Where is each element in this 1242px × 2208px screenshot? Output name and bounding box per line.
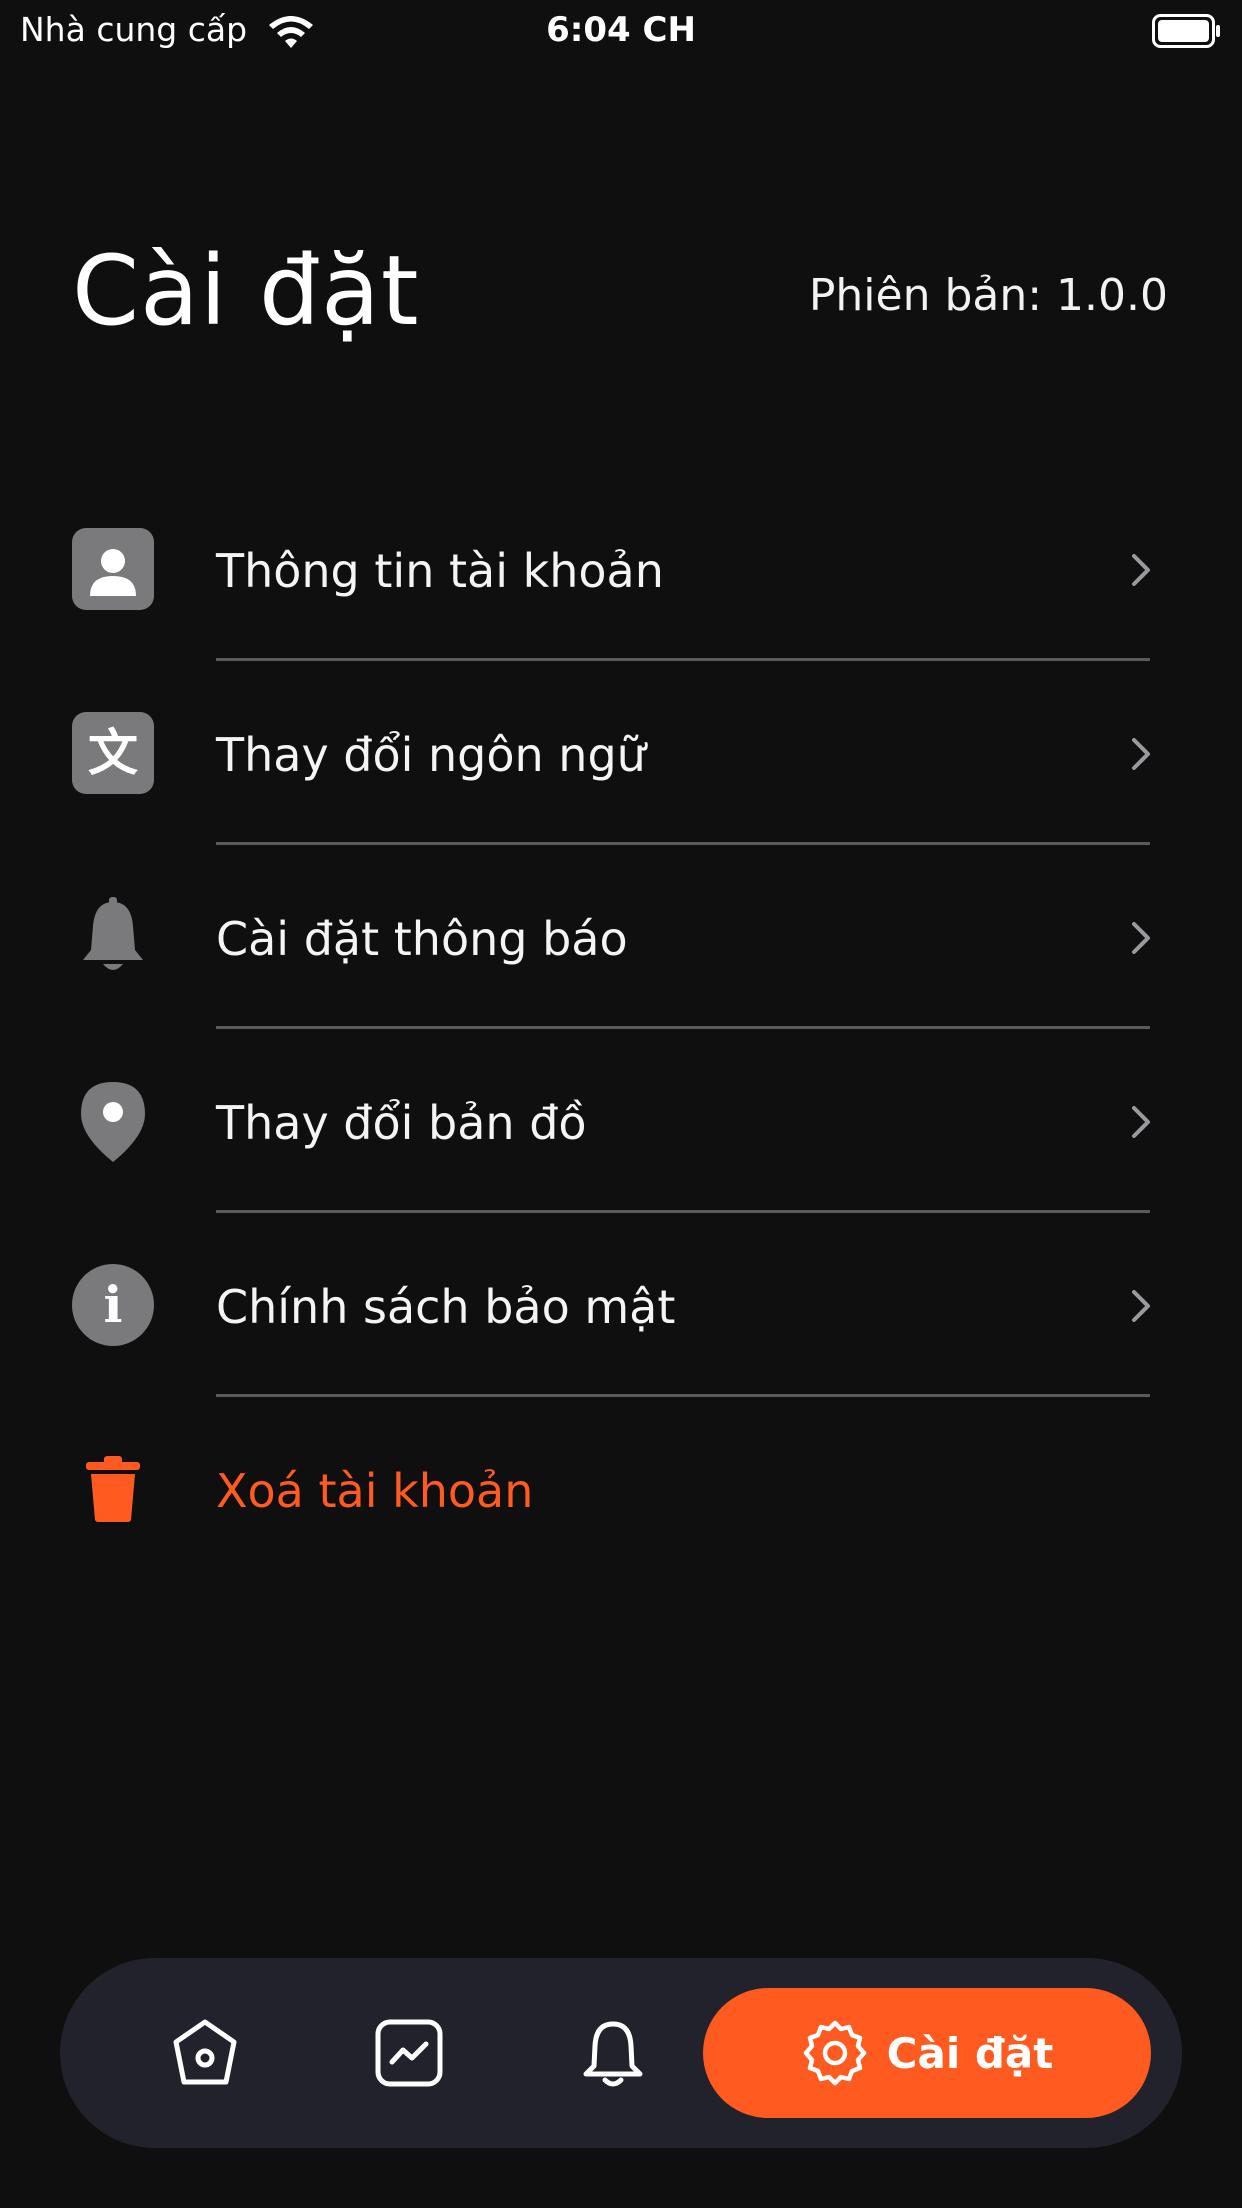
battery-icon: [1152, 14, 1220, 48]
translate-icon: 文: [72, 712, 154, 794]
settings-list: Thông tin tài khoản 文 Thay đổi ngôn ngữ …: [0, 500, 1242, 1604]
chevron-right-icon: [1132, 922, 1150, 954]
map-pin-icon: [81, 1082, 145, 1162]
status-bar: Nhà cung cấp 6:04 CH: [0, 0, 1242, 64]
chevron-right-icon: [1132, 554, 1150, 586]
divider: [216, 1210, 1150, 1213]
info-icon: i: [72, 1264, 154, 1346]
chart-icon: [375, 2019, 443, 2087]
chevron-right-icon: [1132, 1106, 1150, 1138]
settings-item-label: Chính sách bảo mật: [216, 1280, 676, 1334]
delete-account-label: Xoá tài khoản: [216, 1464, 534, 1518]
settings-item-privacy-policy[interactable]: i Chính sách bảo mật: [0, 1236, 1242, 1420]
settings-item-notifications[interactable]: Cài đặt thông báo: [0, 868, 1242, 1052]
bottom-nav: Cài đặt: [60, 1958, 1182, 2148]
settings-item-label: Thay đổi bản đồ: [216, 1096, 587, 1150]
chevron-right-icon: [1132, 1290, 1150, 1322]
bell-icon: [83, 897, 143, 970]
chevron-right-icon: [1132, 738, 1150, 770]
nav-settings-label: Cài đặt: [886, 2028, 1054, 2078]
divider: [216, 658, 1150, 661]
divider: [216, 842, 1150, 845]
settings-item-label: Thay đổi ngôn ngữ: [216, 728, 646, 782]
divider: [216, 1026, 1150, 1029]
nav-home[interactable]: [158, 2006, 252, 2100]
settings-item-label: Cài đặt thông báo: [216, 912, 628, 966]
delete-account-button[interactable]: Xoá tài khoản: [0, 1420, 1242, 1604]
settings-item-map[interactable]: Thay đổi bản đồ: [0, 1052, 1242, 1236]
nav-settings-active[interactable]: Cài đặt: [703, 1988, 1151, 2118]
settings-item-account-info[interactable]: Thông tin tài khoản: [0, 500, 1242, 684]
divider: [216, 1394, 1150, 1397]
status-time: 6:04 CH: [546, 10, 696, 50]
settings-item-label: Thông tin tài khoản: [216, 544, 664, 598]
settings-item-language[interactable]: 文 Thay đổi ngôn ngữ: [0, 684, 1242, 868]
gear-icon: [803, 2020, 866, 2086]
app-version: Phiên bản: 1.0.0: [808, 270, 1168, 321]
nav-notifications[interactable]: [566, 2006, 660, 2100]
bell-icon: [583, 2021, 643, 2087]
person-icon: [72, 528, 154, 610]
home-icon: [173, 2019, 237, 2085]
trash-icon: [86, 1456, 140, 1522]
page-title: Cài đặt: [72, 235, 420, 347]
nav-chart[interactable]: [362, 2006, 456, 2100]
